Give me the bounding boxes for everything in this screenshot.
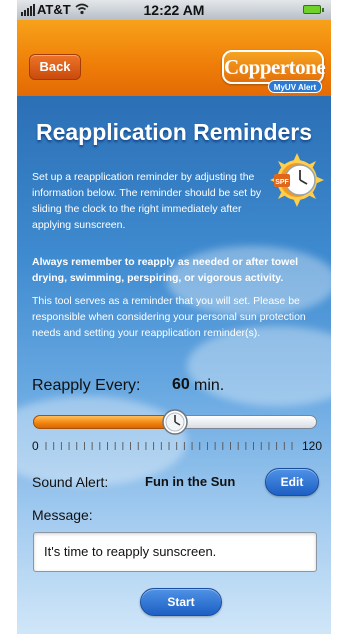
spf-clock-icon: SPF: [270, 153, 324, 207]
status-bar: AT&T 12:22 AM: [17, 0, 331, 20]
scale-min-label: 0: [32, 439, 39, 453]
reapply-unit: min.: [194, 377, 225, 394]
logo-subtitle: MyUV Alert: [268, 80, 322, 93]
disclaimer-text: This tool serves as a reminder that you …: [32, 295, 306, 339]
intro-text: Set up a reapplication reminder by adjus…: [32, 171, 262, 231]
phone-screen: AT&T 12:22 AM Back Coppertone MyUV Alert…: [17, 0, 331, 634]
main-content: Reapplication Reminders SPF Set up a rea…: [17, 96, 331, 634]
back-button[interactable]: Back: [29, 54, 81, 80]
sound-alert-value: Fun in the Sun: [145, 474, 236, 489]
reapply-label: Reapply Every:: [32, 377, 141, 394]
status-time: 12:22 AM: [143, 2, 205, 18]
edit-sound-button[interactable]: Edit: [265, 468, 319, 496]
spf-badge-text: SPF: [275, 179, 289, 186]
slider-fill: [33, 415, 175, 429]
logo-wordmark: Coppertone: [222, 50, 326, 84]
start-button[interactable]: Start: [140, 588, 222, 616]
sound-alert-label: Sound Alert:: [32, 474, 109, 490]
reapply-slider[interactable]: [33, 409, 317, 435]
page-title: Reapplication Reminders: [35, 119, 313, 145]
app-header: Back Coppertone MyUV Alert: [17, 20, 331, 96]
scale-max-label: 120: [301, 439, 322, 453]
battery-icon: [303, 5, 324, 14]
coppertone-logo: Coppertone MyUV Alert: [222, 50, 326, 96]
reapply-value: 60: [172, 376, 190, 393]
message-label: Message:: [32, 507, 93, 523]
message-field[interactable]: It's time to reapply sunscreen.: [33, 532, 317, 572]
clock-slider-thumb-icon[interactable]: [162, 409, 188, 435]
warning-text: Always remember to reapply as needed or …: [32, 256, 299, 284]
scale-ticks: [45, 442, 293, 450]
slider-scale: 0 120: [32, 439, 322, 453]
